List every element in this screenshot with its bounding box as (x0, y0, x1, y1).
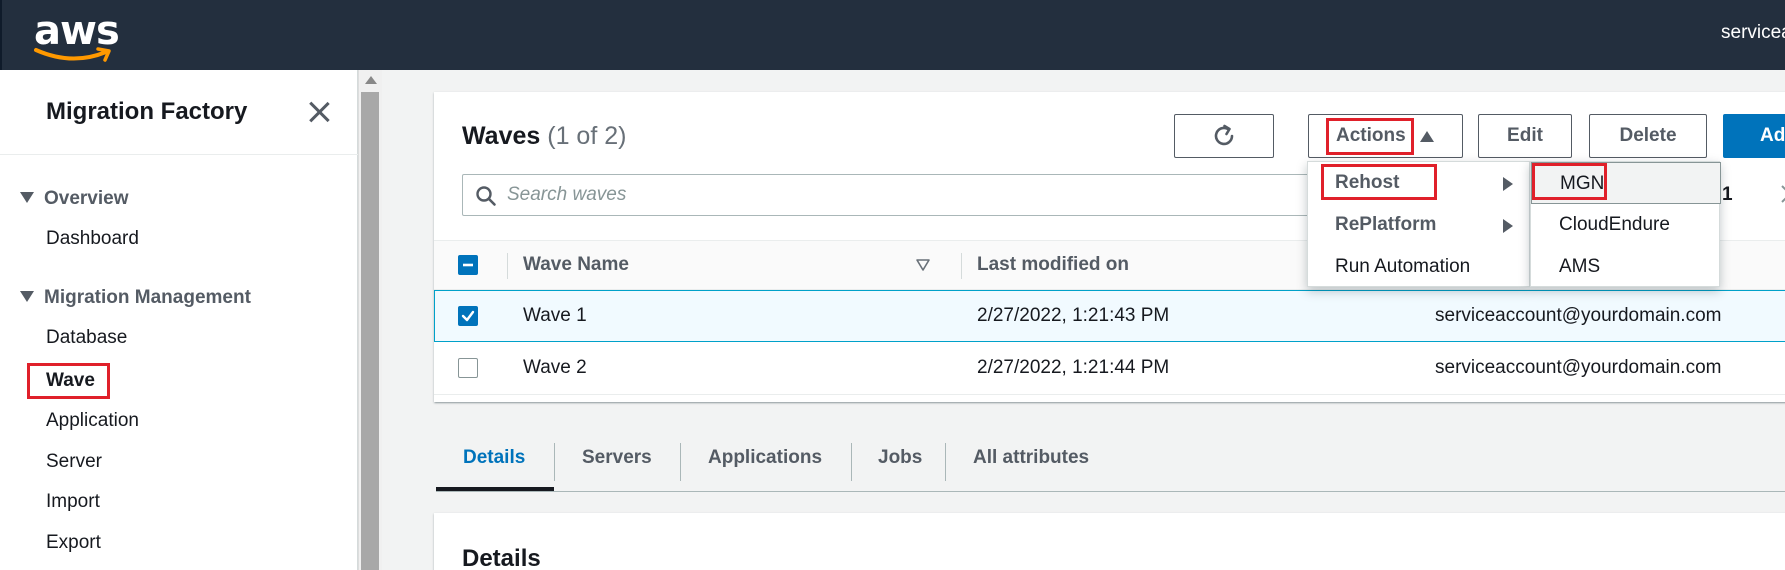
scrollbar-thumb[interactable] (361, 92, 379, 570)
sidebar-item-server[interactable]: Server (46, 451, 102, 473)
details-card: Details (434, 513, 1785, 570)
sidebar-item-export[interactable]: Export (46, 532, 101, 554)
cell-last-modified: 2/27/2022, 1:21:44 PM (977, 357, 1170, 378)
column-header-wave-name[interactable]: Wave Name (523, 254, 629, 276)
tab-separator (851, 443, 852, 481)
sidebar-item-database[interactable]: Database (46, 327, 127, 349)
page-number[interactable]: 1 (1722, 184, 1733, 206)
menu-item-run-automation[interactable]: Run Automation (1308, 246, 1531, 288)
sidebar-divider (0, 154, 358, 155)
caret-down-icon (20, 192, 34, 203)
sort-icon[interactable] (915, 258, 931, 272)
close-icon[interactable] (305, 98, 333, 126)
caret-down-icon (20, 291, 34, 302)
column-header-last-modified[interactable]: Last modified on (977, 254, 1129, 276)
tab-separator (680, 443, 681, 481)
panel-title: Waves (1 of 2) (462, 122, 626, 151)
page: aws serviceaccount@yourdomain.com Migrat… (0, 0, 1785, 570)
cell-wave-name: Wave 2 (523, 357, 587, 378)
search-icon (476, 186, 496, 206)
table-row[interactable]: Wave 1 2/27/2022, 1:21:43 PM serviceacco… (434, 290, 1785, 342)
section-migration-management[interactable]: Migration Management (20, 287, 251, 309)
menu-item-replatform-label: RePlatform (1335, 214, 1437, 235)
refresh-button[interactable] (1174, 114, 1274, 158)
sidebar-item-import[interactable]: Import (46, 491, 100, 513)
tab-applications[interactable]: Applications (708, 430, 822, 491)
main-content: Waves (1 of 2) Actions Edit Delete Add (383, 70, 1785, 570)
section-overview[interactable]: Overview (20, 188, 129, 210)
details-title: Details (462, 545, 541, 570)
cell-wave-name: Wave 1 (523, 305, 587, 326)
cell-modified-by: serviceaccount@yourdomain.com (1435, 357, 1722, 378)
aws-logo[interactable]: aws (34, 8, 120, 64)
panel-count: (1 of 2) (547, 122, 627, 150)
search-box (462, 174, 1362, 216)
detail-tabs: Details Servers Applications Jobs All at… (436, 430, 1785, 492)
column-separator (507, 253, 508, 279)
column-separator (961, 253, 962, 279)
tab-separator (945, 443, 946, 481)
tab-servers[interactable]: Servers (582, 430, 652, 491)
caret-right-icon (1503, 177, 1513, 191)
side-navigation: Migration Factory Overview Dashboard Mig… (0, 70, 358, 570)
sidebar-item-application[interactable]: Application (46, 410, 139, 432)
add-button[interactable]: Add (1723, 114, 1785, 158)
mgn-highlight-box (1532, 163, 1607, 200)
actions-highlight-box (1326, 118, 1414, 155)
submenu-item-cloudendure[interactable]: CloudEndure (1531, 204, 1721, 246)
section-overview-label: Overview (44, 188, 129, 209)
search-input[interactable] (507, 175, 1347, 215)
sidebar-scrollbar[interactable] (358, 70, 382, 570)
account-menu[interactable]: serviceaccount@yourdomain.com (1721, 22, 1785, 44)
cell-last-modified: 2/27/2022, 1:21:43 PM (977, 305, 1170, 326)
select-all-checkbox[interactable] (458, 255, 478, 275)
sidebar-title: Migration Factory (46, 98, 248, 125)
row-checkbox[interactable] (458, 306, 478, 326)
caret-right-icon (1503, 219, 1513, 233)
caret-up-icon (1419, 130, 1434, 142)
refresh-icon (1214, 124, 1234, 146)
tab-jobs[interactable]: Jobs (878, 430, 922, 491)
tab-separator (554, 443, 555, 481)
rehost-highlight-box (1321, 164, 1437, 200)
tab-details[interactable]: Details (436, 430, 554, 491)
minus-icon (463, 263, 473, 267)
sidebar-item-dashboard[interactable]: Dashboard (46, 228, 139, 250)
menu-item-replatform[interactable]: RePlatform (1308, 204, 1531, 246)
tab-all-attributes[interactable]: All attributes (973, 430, 1089, 491)
delete-button[interactable]: Delete (1589, 114, 1707, 158)
edit-button[interactable]: Edit (1478, 114, 1572, 158)
waves-panel: Waves (1 of 2) Actions Edit Delete Add (434, 92, 1785, 402)
panel-title-text: Waves (462, 122, 541, 150)
cell-modified-by: serviceaccount@yourdomain.com (1435, 305, 1722, 326)
row-checkbox[interactable] (458, 358, 478, 378)
wave-highlight-box (27, 363, 110, 399)
section-migration-management-label: Migration Management (44, 287, 251, 308)
smile-arrow-icon (34, 47, 111, 62)
chevron-right-icon[interactable] (1779, 184, 1785, 204)
check-icon (461, 310, 475, 322)
scroll-up-icon[interactable] (365, 76, 377, 84)
submenu-item-ams[interactable]: AMS (1531, 246, 1721, 288)
top-navigation-bar: aws serviceaccount@yourdomain.com (0, 0, 1785, 70)
table-row[interactable]: Wave 2 2/27/2022, 1:21:44 PM serviceacco… (434, 343, 1785, 395)
